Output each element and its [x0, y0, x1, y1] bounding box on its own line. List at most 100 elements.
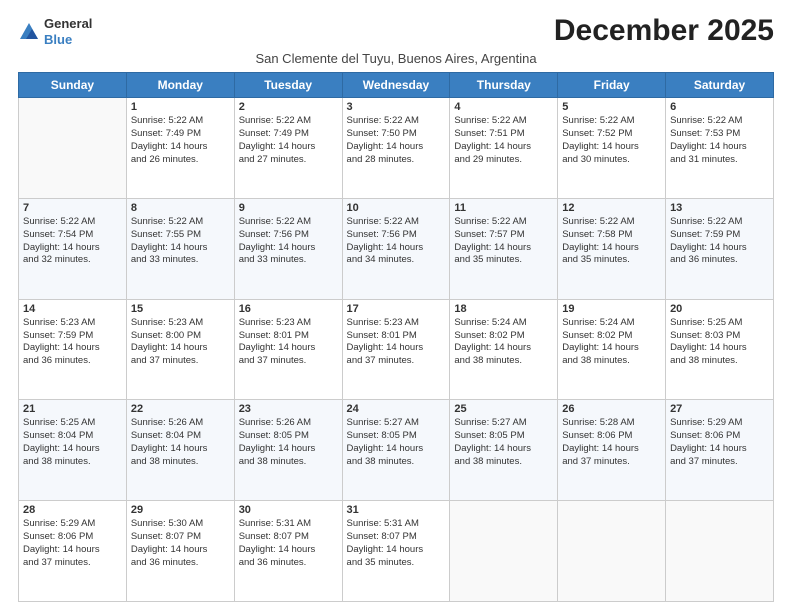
sunrise-text: Sunrise: 5:24 AM: [562, 317, 661, 330]
sunrise-text: Sunrise: 5:22 AM: [347, 115, 446, 128]
sunrise-text: Sunrise: 5:23 AM: [347, 317, 446, 330]
sunrise-text: Sunrise: 5:31 AM: [347, 518, 446, 531]
date-number: 15: [131, 303, 230, 315]
sunset-text: Sunset: 8:04 PM: [23, 430, 122, 443]
sunrise-text: Sunrise: 5:24 AM: [454, 317, 553, 330]
header-monday: Monday: [126, 73, 234, 98]
daylight-text: Daylight: 14 hours: [347, 242, 446, 255]
sunset-text: Sunset: 8:03 PM: [670, 330, 769, 343]
daylight-text: Daylight: 14 hours: [670, 443, 769, 456]
daylight-text: Daylight: 14 hours: [23, 242, 122, 255]
table-cell: 22 Sunrise: 5:26 AM Sunset: 8:04 PM Dayl…: [126, 400, 234, 501]
date-number: 31: [347, 504, 446, 516]
daylight-text: Daylight: 14 hours: [347, 443, 446, 456]
sunset-text: Sunset: 8:01 PM: [239, 330, 338, 343]
sunset-text: Sunset: 7:49 PM: [131, 128, 230, 141]
sunrise-text: Sunrise: 5:22 AM: [670, 216, 769, 229]
table-cell: [558, 501, 666, 602]
calendar-table: Sunday Monday Tuesday Wednesday Thursday…: [18, 72, 774, 602]
sunrise-text: Sunrise: 5:23 AM: [239, 317, 338, 330]
daylight-minutes: and 32 minutes.: [23, 254, 122, 267]
table-cell: 27 Sunrise: 5:29 AM Sunset: 8:06 PM Dayl…: [666, 400, 774, 501]
daylight-minutes: and 36 minutes.: [131, 557, 230, 570]
table-cell: 9 Sunrise: 5:22 AM Sunset: 7:56 PM Dayli…: [234, 198, 342, 299]
daylight-minutes: and 28 minutes.: [347, 154, 446, 167]
daylight-minutes: and 27 minutes.: [239, 154, 338, 167]
daylight-text: Daylight: 14 hours: [562, 342, 661, 355]
table-cell: 30 Sunrise: 5:31 AM Sunset: 8:07 PM Dayl…: [234, 501, 342, 602]
daylight-text: Daylight: 14 hours: [131, 544, 230, 557]
date-number: 9: [239, 202, 338, 214]
week-row-3: 14 Sunrise: 5:23 AM Sunset: 7:59 PM Dayl…: [19, 299, 774, 400]
sunrise-text: Sunrise: 5:26 AM: [131, 417, 230, 430]
date-number: 6: [670, 101, 769, 113]
logo-blue: Blue: [44, 32, 92, 48]
logo-icon: [18, 21, 40, 43]
daylight-minutes: and 37 minutes.: [23, 557, 122, 570]
sunrise-text: Sunrise: 5:30 AM: [131, 518, 230, 531]
date-number: 12: [562, 202, 661, 214]
daylight-minutes: and 33 minutes.: [131, 254, 230, 267]
date-number: 10: [347, 202, 446, 214]
sunrise-text: Sunrise: 5:22 AM: [131, 115, 230, 128]
daylight-text: Daylight: 14 hours: [239, 242, 338, 255]
daylight-text: Daylight: 14 hours: [454, 443, 553, 456]
sunset-text: Sunset: 7:56 PM: [347, 229, 446, 242]
daylight-text: Daylight: 14 hours: [562, 141, 661, 154]
daylight-text: Daylight: 14 hours: [239, 544, 338, 557]
subtitle: San Clemente del Tuyu, Buenos Aires, Arg…: [18, 51, 774, 66]
sunrise-text: Sunrise: 5:27 AM: [454, 417, 553, 430]
table-cell: 12 Sunrise: 5:22 AM Sunset: 7:58 PM Dayl…: [558, 198, 666, 299]
sunset-text: Sunset: 7:55 PM: [131, 229, 230, 242]
table-cell: 31 Sunrise: 5:31 AM Sunset: 8:07 PM Dayl…: [342, 501, 450, 602]
sunset-text: Sunset: 7:56 PM: [239, 229, 338, 242]
sunrise-text: Sunrise: 5:22 AM: [239, 216, 338, 229]
daylight-minutes: and 36 minutes.: [23, 355, 122, 368]
date-number: 3: [347, 101, 446, 113]
sunset-text: Sunset: 7:54 PM: [23, 229, 122, 242]
daylight-minutes: and 37 minutes.: [239, 355, 338, 368]
daylight-text: Daylight: 14 hours: [454, 342, 553, 355]
daylight-text: Daylight: 14 hours: [239, 443, 338, 456]
daylight-text: Daylight: 14 hours: [23, 443, 122, 456]
table-cell: 29 Sunrise: 5:30 AM Sunset: 8:07 PM Dayl…: [126, 501, 234, 602]
sunset-text: Sunset: 8:07 PM: [131, 531, 230, 544]
date-number: 8: [131, 202, 230, 214]
table-cell: 6 Sunrise: 5:22 AM Sunset: 7:53 PM Dayli…: [666, 98, 774, 199]
week-row-5: 28 Sunrise: 5:29 AM Sunset: 8:06 PM Dayl…: [19, 501, 774, 602]
date-number: 5: [562, 101, 661, 113]
daylight-minutes: and 38 minutes.: [670, 355, 769, 368]
daylight-text: Daylight: 14 hours: [562, 242, 661, 255]
week-row-2: 7 Sunrise: 5:22 AM Sunset: 7:54 PM Dayli…: [19, 198, 774, 299]
sunrise-text: Sunrise: 5:29 AM: [670, 417, 769, 430]
sunset-text: Sunset: 8:07 PM: [347, 531, 446, 544]
sunrise-text: Sunrise: 5:22 AM: [131, 216, 230, 229]
date-number: 18: [454, 303, 553, 315]
sunrise-text: Sunrise: 5:22 AM: [347, 216, 446, 229]
logo-general: General: [44, 16, 92, 32]
table-cell: 16 Sunrise: 5:23 AM Sunset: 8:01 PM Dayl…: [234, 299, 342, 400]
date-number: 22: [131, 403, 230, 415]
daylight-minutes: and 38 minutes.: [454, 456, 553, 469]
date-number: 25: [454, 403, 553, 415]
daylight-text: Daylight: 14 hours: [670, 141, 769, 154]
table-cell: 7 Sunrise: 5:22 AM Sunset: 7:54 PM Dayli…: [19, 198, 127, 299]
date-number: 30: [239, 504, 338, 516]
sunrise-text: Sunrise: 5:22 AM: [239, 115, 338, 128]
header-wednesday: Wednesday: [342, 73, 450, 98]
date-number: 21: [23, 403, 122, 415]
header-friday: Friday: [558, 73, 666, 98]
date-number: 2: [239, 101, 338, 113]
sunset-text: Sunset: 7:59 PM: [670, 229, 769, 242]
sunset-text: Sunset: 8:01 PM: [347, 330, 446, 343]
daylight-minutes: and 38 minutes.: [239, 456, 338, 469]
table-cell: 8 Sunrise: 5:22 AM Sunset: 7:55 PM Dayli…: [126, 198, 234, 299]
daylight-minutes: and 38 minutes.: [23, 456, 122, 469]
sunset-text: Sunset: 7:58 PM: [562, 229, 661, 242]
sunset-text: Sunset: 8:04 PM: [131, 430, 230, 443]
week-row-1: 1 Sunrise: 5:22 AM Sunset: 7:49 PM Dayli…: [19, 98, 774, 199]
daylight-text: Daylight: 14 hours: [454, 242, 553, 255]
date-number: 4: [454, 101, 553, 113]
sunset-text: Sunset: 8:07 PM: [239, 531, 338, 544]
header-saturday: Saturday: [666, 73, 774, 98]
